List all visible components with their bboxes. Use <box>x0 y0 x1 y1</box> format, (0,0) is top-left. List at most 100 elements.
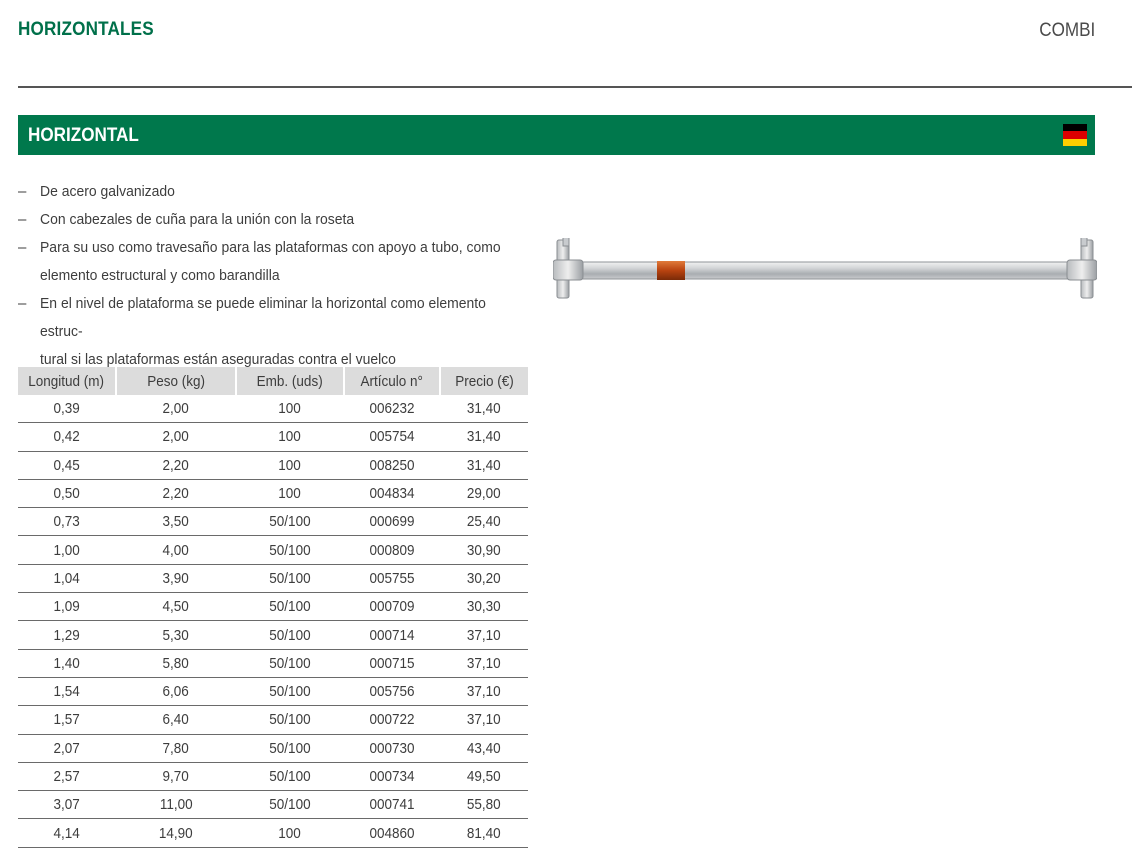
cell-pack: 50/100 <box>236 677 344 707</box>
table-row: 0,42 2,00 100 005754 31,40 <box>18 422 528 452</box>
cell-article: 005754 <box>344 422 440 452</box>
flag-stripe-gold <box>1063 138 1087 146</box>
color-band <box>657 261 685 280</box>
cell-pack: 50/100 <box>236 649 344 678</box>
feature-item-continued: elemento estructural y como barandilla <box>18 262 528 290</box>
cell-pack: 50/100 <box>236 790 344 820</box>
cell-pack: 50/100 <box>236 620 344 650</box>
cell-weight: 6,40 <box>116 705 236 735</box>
cell-price: 30,30 <box>440 592 528 622</box>
cell-price: 55,80 <box>440 790 528 820</box>
cell-price: 30,20 <box>440 564 528 594</box>
table-row: 1,04 3,90 50/100 005755 30,20 <box>18 564 528 594</box>
cell-price: 43,40 <box>440 734 528 763</box>
cell-length: 1,57 <box>18 705 116 735</box>
table-row: 0,39 2,00 100 006232 31,40 <box>18 395 528 424</box>
flag-stripe-red <box>1063 131 1087 139</box>
cell-article: 004834 <box>344 479 440 509</box>
feature-text: elemento estructural y como barandilla <box>40 267 280 284</box>
cell-pack: 100 <box>236 479 344 509</box>
cell-pack: 50/100 <box>236 564 344 594</box>
cell-length: 1,54 <box>18 677 116 707</box>
cell-weight: 5,80 <box>116 649 236 678</box>
section-title: HORIZONTALES <box>18 19 154 40</box>
cell-pack: 50/100 <box>236 592 344 622</box>
table-row: 1,00 4,00 50/100 000809 30,90 <box>18 535 528 565</box>
table-header-row: Longitud (m) Peso (kg) Emb. (uds) Artícu… <box>18 367 528 395</box>
cell-weight: 14,90 <box>116 818 236 848</box>
cell-article: 000709 <box>344 592 440 622</box>
cell-article: 000809 <box>344 535 440 565</box>
table-row: 2,07 7,80 50/100 000730 43,40 <box>18 734 528 763</box>
cell-price: 81,40 <box>440 818 528 848</box>
cell-length: 1,09 <box>18 592 116 622</box>
header-divider <box>18 86 1132 88</box>
cell-article: 005756 <box>344 677 440 707</box>
feature-item: – Para su uso como travesaño para las pla… <box>18 234 528 262</box>
cell-weight: 11,00 <box>116 790 236 820</box>
cell-article: 000715 <box>344 649 440 678</box>
cell-length: 1,29 <box>18 620 116 650</box>
cell-pack: 100 <box>236 451 344 480</box>
table-row: 0,73 3,50 50/100 000699 25,40 <box>18 507 528 537</box>
cell-weight: 4,50 <box>116 592 236 622</box>
wedge-head-right <box>1066 238 1097 299</box>
cell-weight: 9,70 <box>116 762 236 792</box>
table-row: 1,54 6,06 50/100 005756 37,10 <box>18 677 528 707</box>
cell-article: 000699 <box>344 507 440 537</box>
wedge-head-left <box>553 238 584 299</box>
table-row: 1,40 5,80 50/100 000715 37,10 <box>18 649 528 678</box>
cell-length: 3,07 <box>18 790 116 820</box>
table-row: 4,14 14,90 100 004860 81,40 <box>18 818 528 848</box>
table-row: 1,09 4,50 50/100 000709 30,30 <box>18 592 528 622</box>
table-row: 0,50 2,20 100 004834 29,00 <box>18 479 528 509</box>
cell-length: 2,07 <box>18 734 116 763</box>
cell-pack: 100 <box>236 818 344 848</box>
cell-length: 0,39 <box>18 395 116 424</box>
cell-article: 000722 <box>344 705 440 735</box>
table-row: 0,45 2,20 100 008250 31,40 <box>18 451 528 480</box>
col-header-weight: Peso (kg) <box>115 367 236 395</box>
col-header-pack: Emb. (uds) <box>235 367 344 395</box>
cell-length: 1,40 <box>18 649 116 678</box>
cell-length: 1,04 <box>18 564 116 594</box>
feature-item: – En el nivel de plataforma se puede elim… <box>18 290 528 346</box>
cell-article: 005755 <box>344 564 440 594</box>
cell-weight: 7,80 <box>116 734 236 763</box>
cell-article: 000714 <box>344 620 440 650</box>
table-row: 2,57 9,70 50/100 000734 49,50 <box>18 762 528 792</box>
feature-text: Con cabezales de cuña para la unión con … <box>40 211 355 228</box>
cell-weight: 2,00 <box>116 422 236 452</box>
cell-weight: 2,20 <box>116 479 236 509</box>
cell-article: 000734 <box>344 762 440 792</box>
horizontal-ledger-image <box>553 238 1097 299</box>
cell-article: 006232 <box>344 395 440 424</box>
cell-pack: 100 <box>236 422 344 452</box>
cell-pack: 100 <box>236 395 344 424</box>
cell-price: 37,10 <box>440 649 528 678</box>
feature-text: Para su uso como travesaño para las plat… <box>40 239 501 256</box>
feature-item: – De acero galvanizado <box>18 178 528 206</box>
cell-pack: 50/100 <box>236 762 344 792</box>
cell-weight: 6,06 <box>116 677 236 707</box>
brand-label: COMBI <box>1038 20 1095 41</box>
product-banner: HORIZONTAL <box>18 115 1095 155</box>
cell-pack: 50/100 <box>236 734 344 763</box>
table-row: 3,07 11,00 50/100 000741 55,80 <box>18 790 528 820</box>
feature-text: De acero galvanizado <box>40 183 175 200</box>
col-header-length: Longitud (m) <box>18 367 116 395</box>
cell-pack: 50/100 <box>236 507 344 537</box>
col-header-price: Precio (€) <box>439 367 528 395</box>
cell-article: 004860 <box>344 818 440 848</box>
cell-price: 49,50 <box>440 762 528 792</box>
cell-pack: 50/100 <box>236 705 344 735</box>
feature-text: En el nivel de plataforma se puede elimi… <box>40 295 486 340</box>
product-title: HORIZONTAL <box>28 125 139 146</box>
cell-article: 008250 <box>344 451 440 480</box>
bullet-dash: – <box>18 239 27 256</box>
cell-article: 000741 <box>344 790 440 820</box>
cell-weight: 4,00 <box>116 535 236 565</box>
tube <box>574 261 1076 280</box>
cell-length: 0,73 <box>18 507 116 537</box>
cell-length: 2,57 <box>18 762 116 792</box>
